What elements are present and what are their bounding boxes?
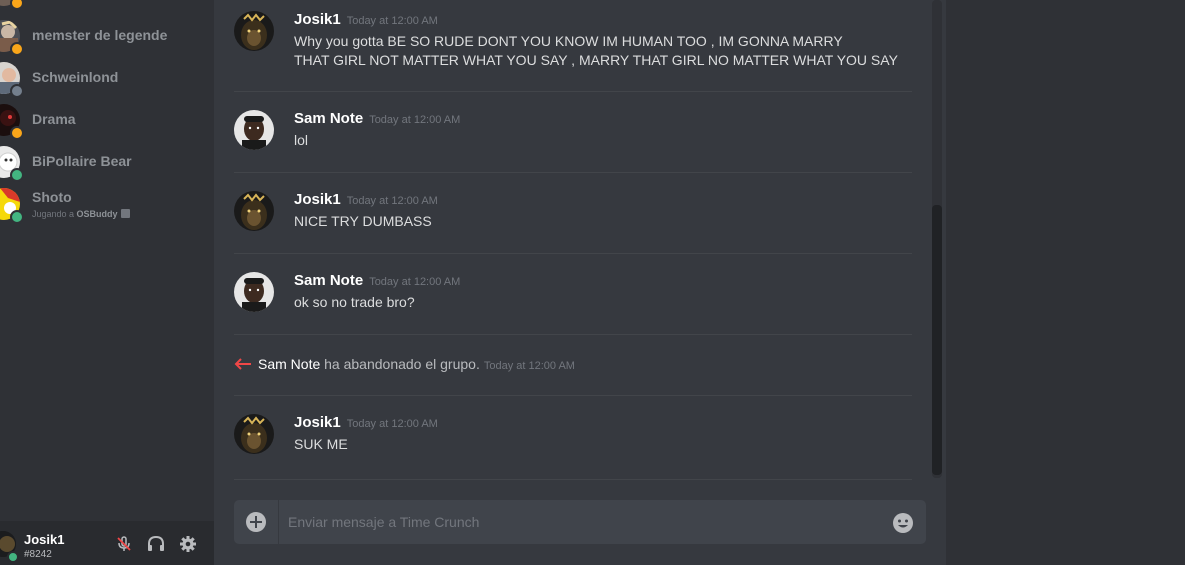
message-line: THAT GIRL NOT MATTER WHAT YOU SAY , MARR… bbox=[294, 52, 898, 68]
message-author[interactable]: Sam Note Today at 12:00 AM bbox=[294, 110, 460, 127]
status-idle-icon bbox=[10, 42, 24, 56]
status-online-icon bbox=[10, 210, 24, 224]
member-activity: Jugando a OSBuddy bbox=[32, 209, 130, 219]
discord-window: memster de legende Schweinlond Drama BiP… bbox=[0, 0, 1185, 565]
headphones-icon[interactable] bbox=[146, 534, 166, 554]
message-timestamp: Today at 12:00 AM bbox=[346, 15, 438, 27]
member-name: Schweinlond bbox=[32, 69, 119, 85]
message-content: Why you gotta BE SO RUDE DONT YOU KNOW I… bbox=[294, 32, 912, 70]
leave-arrow-icon bbox=[234, 357, 252, 374]
member-item[interactable]: Shoto Jugando a OSBuddy bbox=[0, 184, 214, 224]
message-divider bbox=[234, 334, 912, 335]
chat-area: Josik1 Today at 12:00 AM Why you gotta BE… bbox=[214, 0, 946, 565]
message-timestamp: Today at 12:00 AM bbox=[346, 195, 438, 207]
right-panel bbox=[946, 0, 1185, 565]
message-timestamp: Today at 12:00 AM bbox=[346, 418, 438, 430]
muted-microphone-icon[interactable] bbox=[114, 534, 134, 554]
user-panel: Josik1 #8242 bbox=[0, 521, 214, 565]
system-message-user[interactable]: Sam Note bbox=[258, 356, 320, 372]
message-author[interactable]: Josik1 Today at 12:00 AM bbox=[294, 11, 438, 28]
message-timestamp: Today at 12:00 AM bbox=[369, 114, 461, 126]
avatar[interactable] bbox=[234, 110, 274, 150]
message-author[interactable]: Sam Note Today at 12:00 AM bbox=[294, 272, 460, 289]
message-content: NICE TRY DUMBASS bbox=[294, 212, 912, 231]
message-author[interactable]: Josik1 Today at 12:00 AM bbox=[294, 191, 438, 208]
member-name: memster de legende bbox=[32, 27, 168, 43]
message-line: NICE TRY DUMBASS bbox=[294, 213, 432, 229]
gear-icon[interactable] bbox=[178, 534, 198, 554]
member-list: memster de legende Schweinlond Drama BiP… bbox=[0, 0, 214, 565]
message-line: lol bbox=[294, 132, 309, 148]
system-message: Sam Note ha abandonado el grupo. Today at… bbox=[234, 355, 912, 375]
message-input[interactable] bbox=[288, 500, 868, 544]
message-content: ok so no trade bro? bbox=[294, 293, 912, 312]
member-name: BiPollaire Bear bbox=[32, 153, 132, 169]
scrollbar-thumb[interactable] bbox=[932, 205, 942, 475]
activity-app: OSBuddy bbox=[76, 209, 118, 219]
message-content: SUK ME bbox=[294, 435, 912, 454]
message-divider bbox=[234, 395, 912, 396]
message-content: lol bbox=[294, 131, 912, 150]
message-composer bbox=[234, 500, 926, 544]
member-name: Shoto bbox=[32, 189, 72, 205]
avatar[interactable] bbox=[234, 414, 274, 454]
emoji-icon[interactable] bbox=[892, 512, 914, 534]
message-divider bbox=[234, 172, 912, 173]
activity-prefix: Jugando a bbox=[32, 209, 77, 219]
message-timestamp: Today at 12:00 AM bbox=[369, 276, 461, 288]
member-item-partial[interactable] bbox=[0, 0, 214, 10]
composer-separator bbox=[278, 500, 279, 544]
message-author[interactable]: Josik1 Today at 12:00 AM bbox=[294, 414, 438, 431]
avatar[interactable] bbox=[234, 272, 274, 312]
member-item[interactable]: Drama bbox=[0, 100, 214, 140]
message-line: Why you gotta BE SO RUDE DONT YOU KNOW I… bbox=[294, 33, 843, 49]
status-idle-icon bbox=[10, 126, 24, 140]
upload-plus-icon[interactable] bbox=[246, 512, 266, 532]
username: Josik1 bbox=[24, 532, 65, 547]
message-divider bbox=[234, 91, 912, 92]
user-tag: #8242 bbox=[24, 549, 52, 560]
avatar[interactable] bbox=[234, 11, 274, 51]
message-divider bbox=[234, 253, 912, 254]
message-line: SUK ME bbox=[294, 436, 348, 452]
member-item[interactable]: BiPollaire Bear bbox=[0, 142, 214, 182]
message-divider bbox=[234, 479, 912, 480]
system-message-text: ha abandonado el grupo. bbox=[320, 356, 480, 372]
rich-presence-icon bbox=[120, 209, 130, 218]
system-message-timestamp: Today at 12:00 AM bbox=[483, 360, 575, 372]
member-item[interactable]: memster de legende bbox=[0, 16, 214, 56]
status-online-icon bbox=[7, 551, 19, 563]
avatar[interactable] bbox=[234, 191, 274, 231]
member-name: Drama bbox=[32, 111, 76, 127]
status-idle-icon bbox=[10, 0, 24, 10]
member-item[interactable]: Schweinlond bbox=[0, 58, 214, 98]
message-line: ok so no trade bro? bbox=[294, 294, 415, 310]
status-online-icon bbox=[10, 168, 24, 182]
status-offline-icon bbox=[10, 84, 24, 98]
